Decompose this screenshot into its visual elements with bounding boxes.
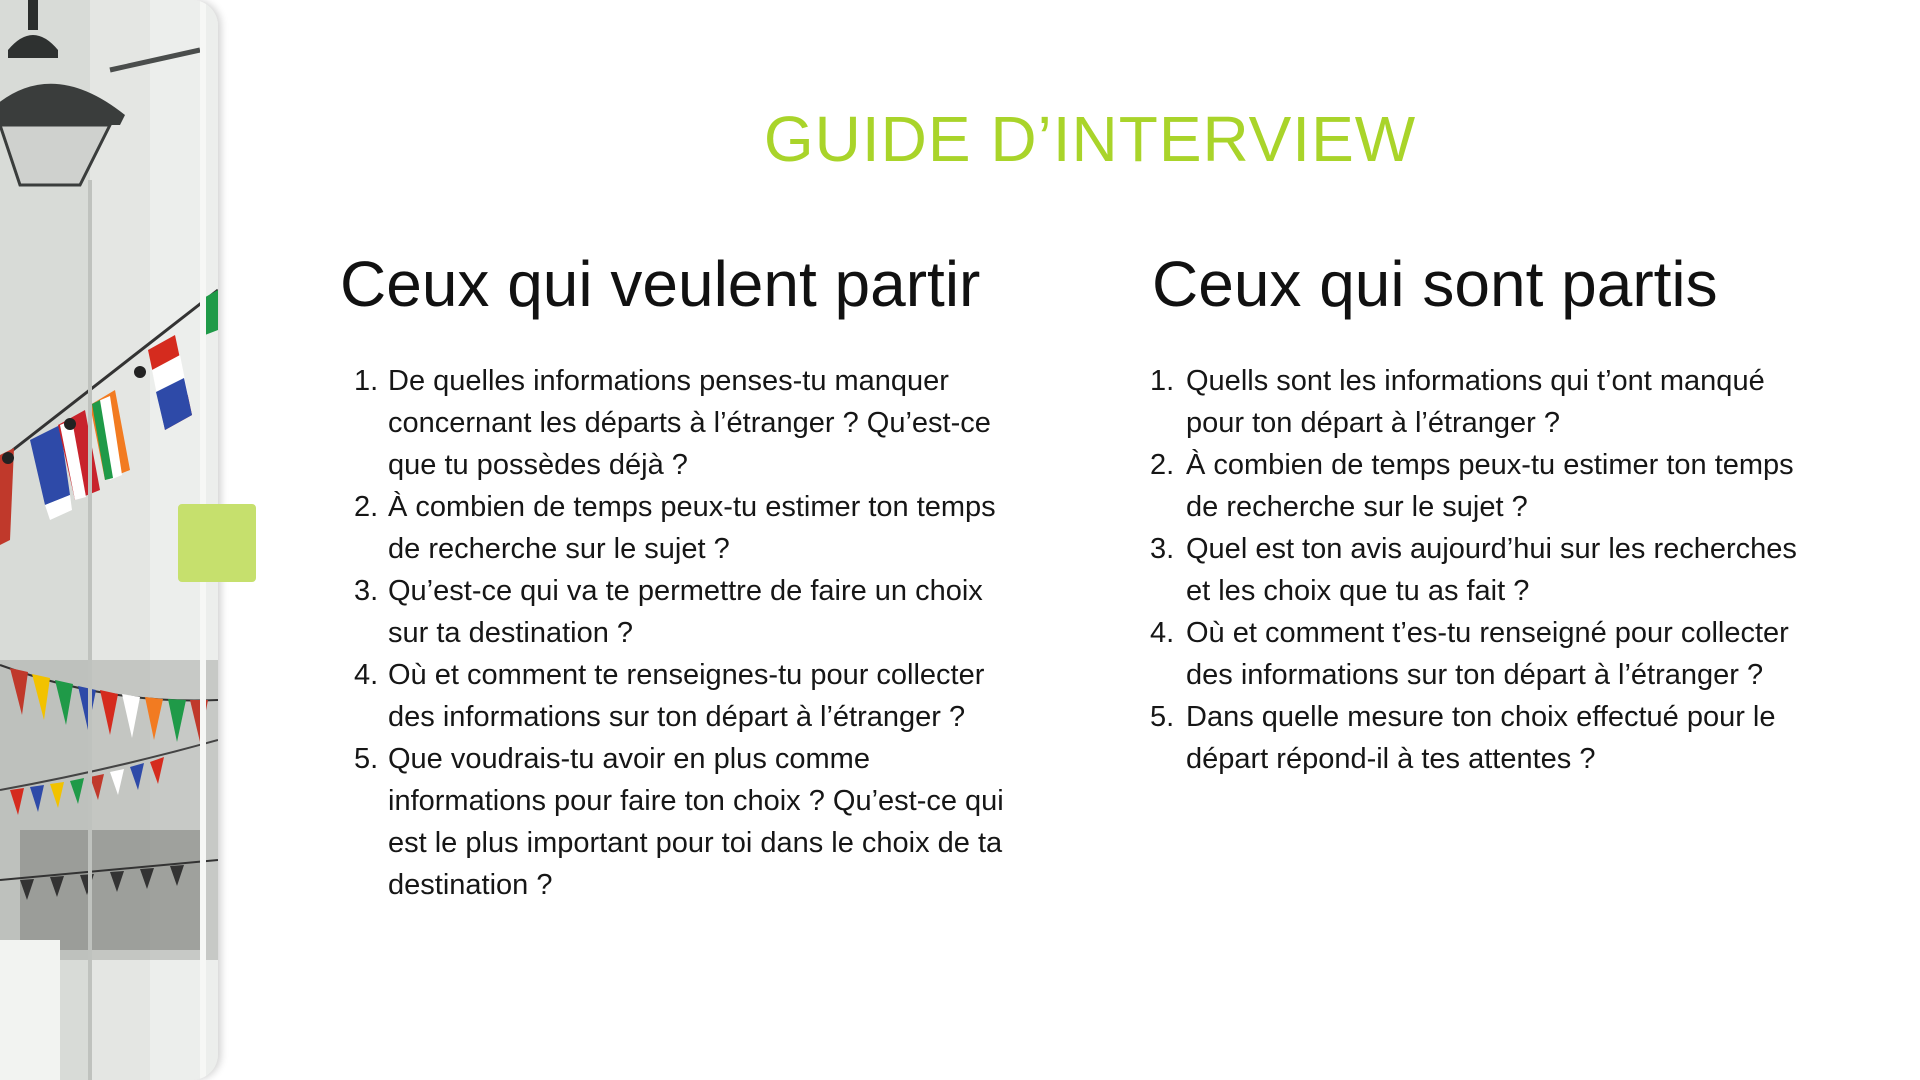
question-number: 1. xyxy=(354,365,379,397)
column-already-left: Ceux qui sont partis 1. Quells sont les … xyxy=(1150,242,1870,780)
column-heading: Ceux qui sont partis xyxy=(1152,248,1718,320)
question-item: 2. À combien de temps peux-tu estimer to… xyxy=(340,486,1028,570)
question-text: Où et comment t’es-tu renseigné pour col… xyxy=(1186,617,1789,691)
question-number: 5. xyxy=(354,743,379,775)
question-item: 3. Quel est ton avis aujourd’hui sur les… xyxy=(1150,528,1818,612)
question-number: 4. xyxy=(1150,617,1175,649)
question-item: 4. Où et comment te renseignes-tu pour c… xyxy=(340,654,1028,738)
question-list: 1. Quells sont les informations qui t’on… xyxy=(1150,360,1870,780)
question-number: 1. xyxy=(1150,365,1175,397)
column-want-to-leave: Ceux qui veulent partir 1. De quelles in… xyxy=(340,242,1040,906)
page-title: GUIDE D’INTERVIEW xyxy=(763,103,1417,175)
question-text: Dans quelle mesure ton choix effectué po… xyxy=(1186,701,1776,775)
question-item: 2. À combien de temps peux-tu estimer to… xyxy=(1150,444,1818,528)
question-number: 2. xyxy=(1150,449,1175,481)
accent-square xyxy=(178,504,256,582)
question-item: 1. De quelles informations penses-tu man… xyxy=(340,360,1028,486)
question-item: 3. Qu’est-ce qui va te permettre de fair… xyxy=(340,570,1028,654)
question-text: De quelles informations penses-tu manque… xyxy=(388,365,991,481)
question-number: 3. xyxy=(1150,533,1175,565)
question-text: À combien de temps peux-tu estimer ton t… xyxy=(388,491,996,565)
question-text: Que voudrais-tu avoir en plus comme info… xyxy=(388,743,1004,901)
question-item: 5. Que voudrais-tu avoir en plus comme i… xyxy=(340,738,1028,906)
question-text: À combien de temps peux-tu estimer ton t… xyxy=(1186,449,1794,523)
question-item: 4. Où et comment t’es-tu renseigné pour … xyxy=(1150,612,1818,696)
question-text: Quel est ton avis aujourd’hui sur les re… xyxy=(1186,533,1797,607)
question-number: 4. xyxy=(354,659,379,691)
column-heading: Ceux qui veulent partir xyxy=(340,248,981,320)
question-number: 2. xyxy=(354,491,379,523)
question-item: 1. Quells sont les informations qui t’on… xyxy=(1150,360,1818,444)
question-text: Où et comment te renseignes-tu pour coll… xyxy=(388,659,985,733)
question-number: 3. xyxy=(354,575,379,607)
question-text: Qu’est-ce qui va te permettre de faire u… xyxy=(388,575,983,649)
question-text: Quells sont les informations qui t’ont m… xyxy=(1186,365,1765,439)
question-number: 5. xyxy=(1150,701,1175,733)
question-list: 1. De quelles informations penses-tu man… xyxy=(340,360,1040,906)
slide: GUIDE D’INTERVIEW Ceux qui veulent parti… xyxy=(0,0,1920,1080)
question-item: 5. Dans quelle mesure ton choix effectué… xyxy=(1150,696,1818,780)
